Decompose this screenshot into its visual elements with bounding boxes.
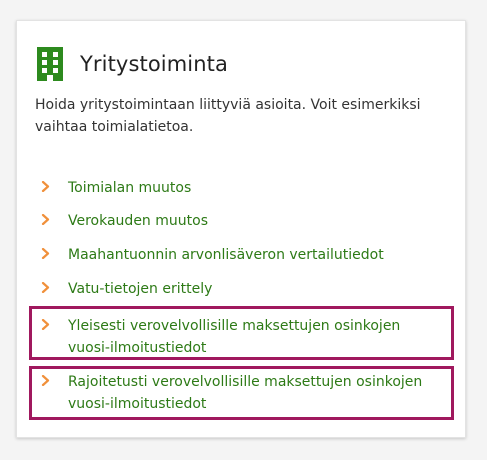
list-item[interactable]: Toimialan muutos — [41, 177, 191, 199]
card-title: Yritystoiminta — [80, 52, 228, 76]
chevron-right-icon — [41, 282, 50, 293]
yritystoiminta-card: Yritystoiminta Hoida yritystoimintaan li… — [16, 20, 466, 438]
list-item[interactable]: Verokauden muutos — [41, 210, 208, 232]
link-maahantuonnin-alv-vertailutiedot[interactable]: Maahantuonnin arvonlisäveron vertailutie… — [68, 244, 384, 266]
link-toimialan-muutos[interactable]: Toimialan muutos — [68, 177, 191, 199]
link-yleisesti-verovelvollisten-osinkotiedot[interactable]: Yleisesti verovelvollisille maksettujen … — [68, 315, 431, 359]
chevron-right-icon — [41, 319, 50, 330]
chevron-right-icon — [41, 375, 50, 386]
link-verokauden-muutos[interactable]: Verokauden muutos — [68, 210, 208, 232]
list-item[interactable]: Rajoitetusti verovelvollisille maksettuj… — [41, 371, 431, 415]
list-item[interactable]: Vatu-tietojen erittely — [41, 278, 212, 300]
link-rajoitetusti-verovelvollisten-osinkotiedot[interactable]: Rajoitetusti verovelvollisille maksettuj… — [68, 371, 431, 415]
list-item[interactable]: Maahantuonnin arvonlisäveron vertailutie… — [41, 244, 384, 266]
chevron-right-icon — [41, 181, 50, 192]
card-header: Yritystoiminta — [37, 47, 228, 81]
building-icon — [37, 47, 63, 81]
chevron-right-icon — [41, 214, 50, 225]
card-description: Hoida yritystoimintaan liittyviä asioita… — [35, 97, 421, 135]
chevron-right-icon — [41, 248, 50, 259]
link-vatu-tietojen-erittely[interactable]: Vatu-tietojen erittely — [68, 278, 212, 300]
list-item[interactable]: Yleisesti verovelvollisille maksettujen … — [41, 315, 431, 359]
